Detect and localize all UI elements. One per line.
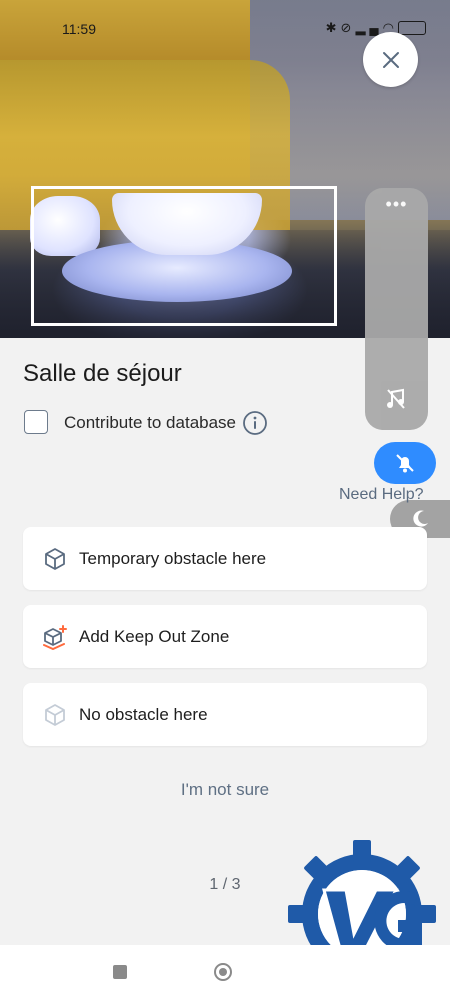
floating-control-panel[interactable]: ••• xyxy=(365,188,428,430)
home-button[interactable] xyxy=(214,963,232,981)
battery-icon xyxy=(398,20,426,35)
more-icon[interactable]: ••• xyxy=(365,194,428,215)
obstacle-bounding-box xyxy=(31,186,337,326)
option-label: No obstacle here xyxy=(79,704,208,724)
mute-notifications-button[interactable] xyxy=(374,442,436,484)
cube-icon xyxy=(42,546,68,572)
close-icon xyxy=(382,51,399,68)
cube-outline-icon xyxy=(42,702,68,728)
not-sure-link[interactable]: I'm not sure xyxy=(0,780,450,800)
sound-off-icon[interactable] xyxy=(385,387,407,416)
option-add-keep-out-zone[interactable]: Add Keep Out Zone xyxy=(23,605,427,668)
option-label: Add Keep Out Zone xyxy=(79,626,230,646)
recents-button[interactable] xyxy=(113,965,127,979)
bluetooth-icon: ✱ xyxy=(325,20,341,35)
signal-icon: ▂▄ xyxy=(355,20,383,35)
close-button[interactable] xyxy=(363,32,418,87)
need-help-link[interactable]: Need Help? xyxy=(339,486,424,504)
option-temporary-obstacle[interactable]: Temporary obstacle here xyxy=(23,527,427,590)
contribute-label[interactable]: Contribute to database xyxy=(64,413,236,433)
room-title: Salle de séjour xyxy=(23,360,182,387)
info-icon[interactable] xyxy=(242,410,268,441)
option-label: Temporary obstacle here xyxy=(79,548,267,568)
status-icons: ✱⊘▂▄◠ xyxy=(326,20,426,36)
keep-out-zone-icon xyxy=(42,624,68,650)
mute-status-icon: ⊘ xyxy=(340,20,356,35)
status-time: 11:59 xyxy=(62,21,96,37)
contribute-checkbox[interactable] xyxy=(24,410,48,434)
system-navigation-bar xyxy=(0,945,450,1000)
bell-off-icon xyxy=(396,454,414,473)
option-no-obstacle[interactable]: No obstacle here xyxy=(23,683,427,746)
